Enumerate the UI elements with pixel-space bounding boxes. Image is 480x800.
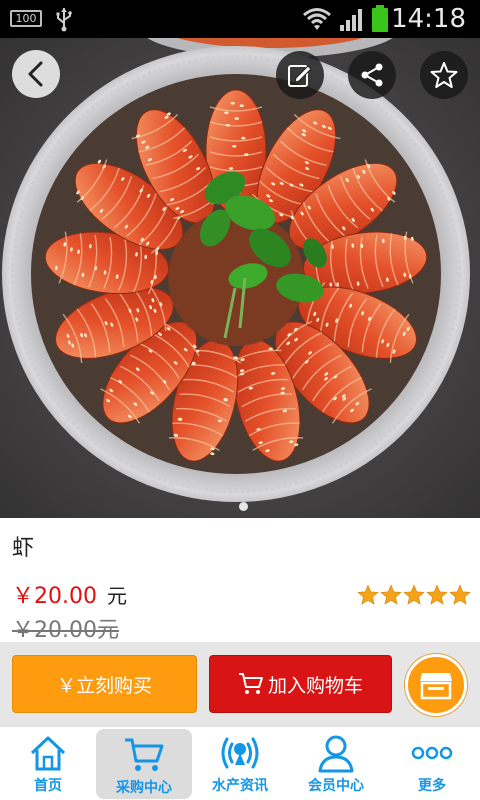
product-image[interactable] bbox=[0, 38, 480, 518]
star-outline-icon bbox=[430, 62, 458, 88]
nav-more[interactable]: 更多 bbox=[384, 727, 480, 800]
edit-icon bbox=[288, 65, 312, 87]
favorite-button[interactable] bbox=[420, 51, 468, 99]
product-name: 虾 bbox=[12, 536, 35, 561]
home-icon bbox=[30, 736, 66, 771]
signal-strength-icon bbox=[340, 9, 362, 31]
cart-icon bbox=[238, 673, 263, 694]
store-button[interactable] bbox=[405, 654, 467, 716]
nav-home-label: 首页 bbox=[34, 778, 62, 794]
buy-now-label: ￥立刻购买 bbox=[56, 674, 152, 697]
nav-member-center-label: 会员中心 bbox=[308, 778, 364, 794]
battery-level-indicator: 100 bbox=[10, 10, 42, 27]
nav-purchase-center-label: 采购中心 bbox=[116, 780, 172, 796]
add-to-cart-label: 加入购物车 bbox=[267, 674, 363, 697]
buy-now-button[interactable]: ￥立刻购买 bbox=[12, 655, 197, 713]
chevron-left-icon bbox=[28, 61, 43, 87]
nav-more-label: 更多 bbox=[418, 778, 446, 794]
back-button[interactable] bbox=[12, 50, 60, 98]
wifi-icon bbox=[303, 8, 331, 30]
usb-icon bbox=[56, 8, 72, 32]
clock: 14:18 bbox=[391, 4, 466, 34]
nav-purchase-center[interactable]: 采购中心 bbox=[96, 729, 192, 799]
original-price: ￥20.00元 bbox=[12, 618, 119, 643]
share-button[interactable] bbox=[348, 51, 396, 99]
rating-star-icon bbox=[357, 584, 379, 605]
edit-button[interactable] bbox=[276, 51, 324, 99]
product-detail-screen: 100 14:18 虾 ￥20.00 元 ￥20.00元 ￥立刻购买 加入购物车… bbox=[0, 0, 480, 800]
rating-star-icon bbox=[426, 584, 448, 605]
battery-icon bbox=[372, 5, 388, 32]
store-icon bbox=[420, 673, 452, 700]
status-bar: 100 14:18 bbox=[0, 0, 480, 38]
user-icon bbox=[318, 735, 354, 773]
nav-aquatic-news[interactable]: 水产资讯 bbox=[192, 727, 288, 800]
nav-member-center[interactable]: 会员中心 bbox=[288, 727, 384, 800]
nav-home[interactable]: 首页 bbox=[0, 727, 96, 800]
nav-aquatic-news-label: 水产资讯 bbox=[212, 778, 268, 794]
broadcast-icon bbox=[221, 737, 259, 769]
bottom-navigation: 首页 采购中心 水产资讯 会员中心 更多 bbox=[0, 726, 480, 800]
price-row: ￥20.00 元 bbox=[12, 578, 127, 609]
add-to-cart-button[interactable]: 加入购物车 bbox=[209, 655, 392, 713]
share-icon bbox=[361, 63, 383, 87]
rating-star-icon bbox=[449, 584, 471, 605]
current-price: ￥20.00 bbox=[12, 584, 97, 609]
star-rating bbox=[357, 584, 471, 606]
rating-star-icon bbox=[403, 584, 425, 605]
rating-star-icon bbox=[380, 584, 402, 605]
carousel-page-indicator bbox=[239, 502, 248, 511]
more-dots-icon bbox=[411, 746, 453, 760]
price-unit: 元 bbox=[106, 584, 127, 608]
cart-icon bbox=[125, 738, 164, 771]
